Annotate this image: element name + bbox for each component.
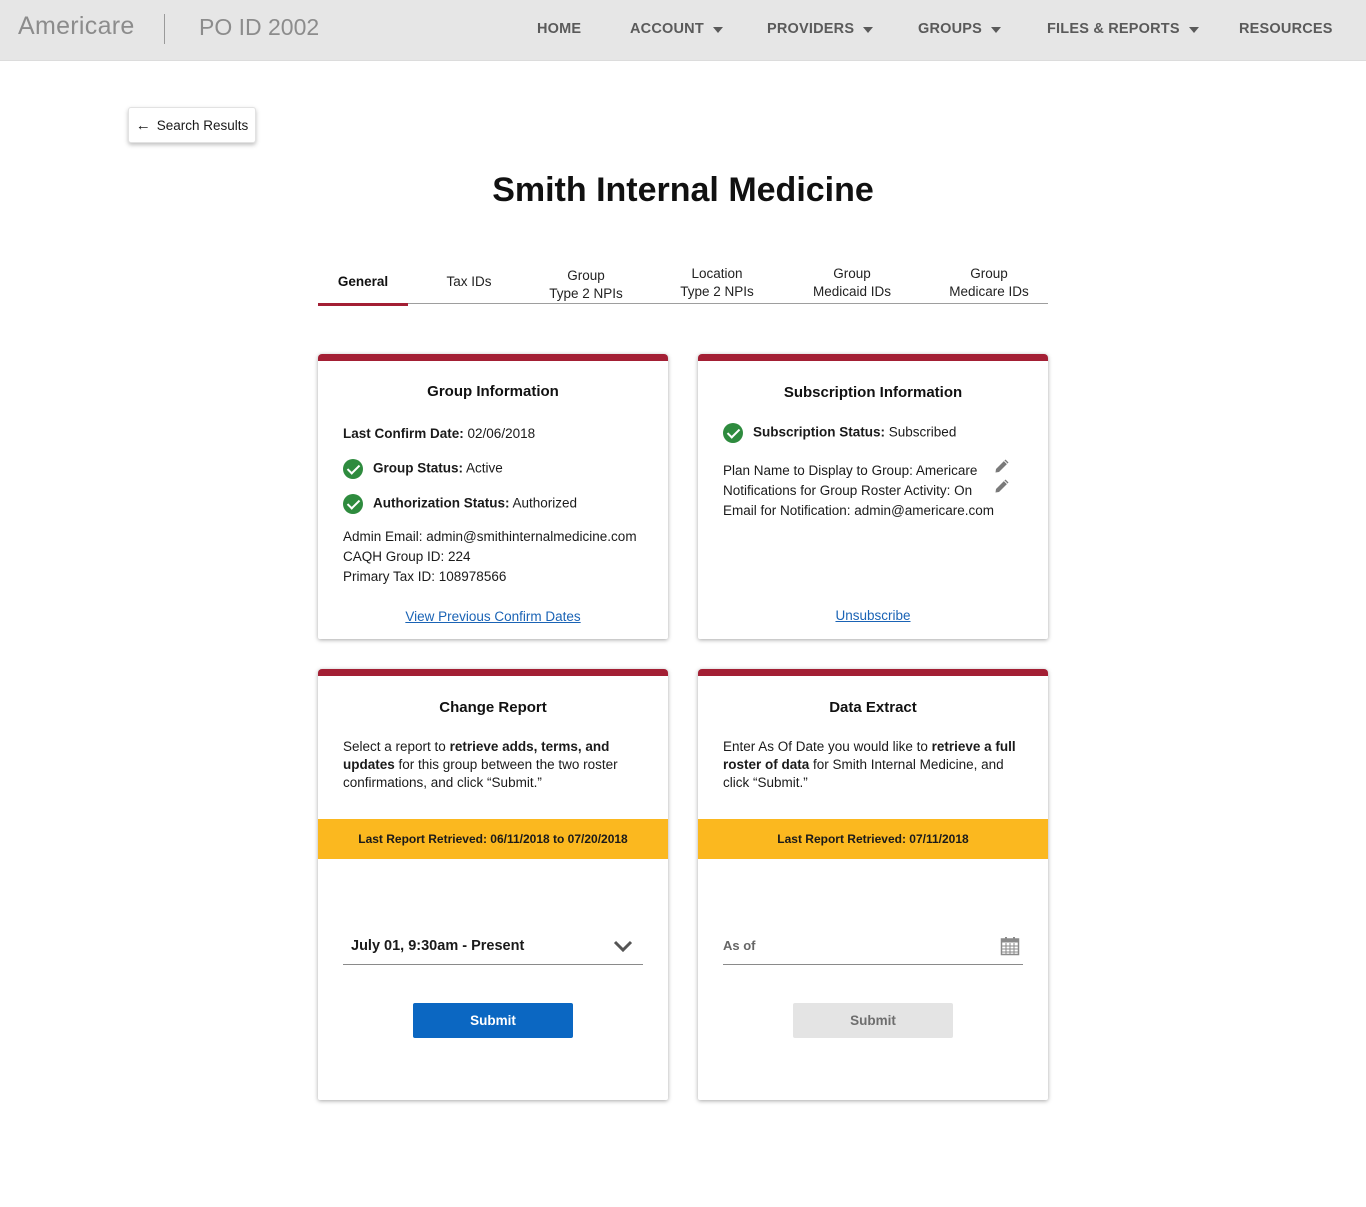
selected-report-range: July 01, 9:30am - Present [351, 937, 525, 954]
tab-label-line: Group [567, 268, 605, 283]
tab-group-medicaid-ids[interactable]: Group Medicaid IDs [802, 260, 902, 304]
plan-name-display: Plan Name to Display to Group: Americare [723, 463, 978, 478]
nav-groups-label: GROUPS [918, 21, 983, 37]
description-text: Enter As Of Date you would like to [723, 739, 932, 754]
roster-notifications: Notifications for Group Roster Activity:… [723, 483, 973, 498]
last-confirm-value: 02/06/2018 [467, 426, 536, 441]
tab-bar: General Tax IDs Group Type 2 NPIs Locatio… [318, 260, 1048, 306]
tab-general[interactable]: General [318, 260, 408, 306]
caret-down-icon [712, 27, 723, 33]
change-report-description: Select a report to retrieve adds, terms,… [343, 738, 643, 792]
data-extract-card: Data Extract Enter As Of Date you would … [698, 669, 1048, 1100]
last-report-banner: Last Report Retrieved: 06/11/2018 to 07/… [318, 819, 668, 859]
caret-down-icon [863, 27, 874, 33]
edit-pencil-icon[interactable] [994, 478, 1010, 494]
tab-label-line: Medicare IDs [949, 284, 1029, 299]
check-circle-icon [723, 423, 743, 443]
change-report-submit-button[interactable]: Submit [413, 1003, 573, 1038]
page-title: Smith Internal Medicine [492, 171, 874, 209]
authorization-status-value: Authorized [512, 495, 578, 511]
nav-resources-label: RESOURCES [1239, 21, 1333, 37]
notification-email: Email for Notification: admin@americare.… [723, 503, 995, 518]
back-button-label: Search Results [156, 117, 249, 133]
caret-down-icon [1188, 27, 1199, 33]
tab-label-line: Group [970, 266, 1008, 281]
primary-tax-id: Primary Tax ID: 108978566 [343, 569, 507, 584]
last-confirm-label: Last Confirm Date: [343, 426, 464, 441]
nav-resources[interactable]: RESOURCES [1239, 21, 1333, 37]
tab-label-line: Type 2 NPIs [549, 286, 623, 301]
tab-label-line: Type 2 NPIs [680, 284, 754, 299]
po-id-label: PO ID 2002 [199, 14, 320, 40]
admin-email: Admin Email: admin@smithinternalmedicine… [343, 529, 637, 544]
authorization-status: Authorization Status: Authorized [343, 494, 577, 514]
nav-providers-label: PROVIDERS [767, 21, 855, 37]
caret-down-icon [991, 27, 1002, 33]
card-title: Data Extract [829, 699, 917, 716]
tab-tax-ids-label: Tax IDs [446, 274, 492, 289]
data-extract-description: Enter As Of Date you would like to retri… [723, 738, 1023, 792]
chevron-down-icon [613, 940, 633, 952]
brand-divider [164, 14, 165, 44]
group-status-label: Group Status: [373, 460, 463, 476]
data-extract-submit-button[interactable]: Submit [793, 1003, 953, 1038]
group-status-value: Active [466, 460, 503, 476]
nav-home[interactable]: HOME [537, 21, 581, 37]
change-report-card: Change Report Select a report to retriev… [318, 669, 668, 1100]
authorization-status-label: Authorization Status: [373, 495, 510, 511]
arrow-left-icon: ← [135, 116, 151, 134]
unsubscribe-link[interactable]: Unsubscribe [698, 608, 1048, 623]
subscription-status: Subscription Status: Subscribed [723, 423, 956, 443]
calendar-icon[interactable] [1000, 936, 1020, 956]
tab-group-medicare-ids[interactable]: Group Medicare IDs [939, 260, 1039, 304]
tab-group-type2-npis[interactable]: Group Type 2 NPIs [540, 260, 632, 304]
top-navbar: Americare PO ID 2002 HOME ACCOUNT PROVID… [0, 0, 1366, 61]
tab-tax-ids[interactable]: Tax IDs [423, 260, 515, 304]
tab-label-line: Medicaid IDs [812, 284, 892, 299]
subscription-status-label: Subscription Status: [753, 424, 886, 440]
back-to-search-results-button[interactable]: ← Search Results [128, 107, 256, 143]
brand-logo[interactable]: Americare [18, 12, 135, 41]
check-circle-icon [343, 494, 363, 514]
view-previous-confirm-dates-link[interactable]: View Previous Confirm Dates [318, 609, 668, 624]
report-range-select[interactable]: July 01, 9:30am - Present [343, 927, 643, 965]
group-status: Group Status: Active [343, 459, 503, 479]
group-information-card: Group Information Last Confirm Date: 02/… [318, 354, 668, 639]
tab-location-type2-npis[interactable]: Location Type 2 NPIs [671, 260, 763, 304]
last-report-banner: Last Report Retrieved: 07/11/2018 [698, 819, 1048, 859]
edit-pencil-icon[interactable] [994, 458, 1010, 474]
description-text: Select a report to [343, 739, 450, 754]
card-title: Group Information [427, 383, 559, 400]
nav-home-label: HOME [537, 21, 582, 37]
nav-files-reports[interactable]: FILES & REPORTS [1047, 21, 1199, 37]
check-circle-icon [343, 459, 363, 479]
card-title: Change Report [439, 699, 547, 716]
tab-label-line: Group [833, 266, 871, 281]
nav-files-reports-label: FILES & REPORTS [1047, 21, 1180, 37]
nav-groups[interactable]: GROUPS [918, 21, 1002, 37]
caqh-group-id: CAQH Group ID: 224 [343, 549, 471, 564]
subscription-information-card: Subscription Information Subscription St… [698, 354, 1048, 639]
nav-account[interactable]: ACCOUNT [630, 21, 723, 37]
card-title: Subscription Information [783, 384, 963, 401]
tab-general-label: General [337, 274, 389, 289]
subscription-status-value: Subscribed [888, 424, 957, 440]
last-confirm-date: Last Confirm Date: 02/06/2018 [343, 426, 535, 441]
nav-account-label: ACCOUNT [630, 21, 704, 37]
as-of-date-input[interactable] [723, 927, 1023, 965]
nav-providers[interactable]: PROVIDERS [767, 21, 874, 37]
tab-label-line: Location [691, 266, 743, 281]
